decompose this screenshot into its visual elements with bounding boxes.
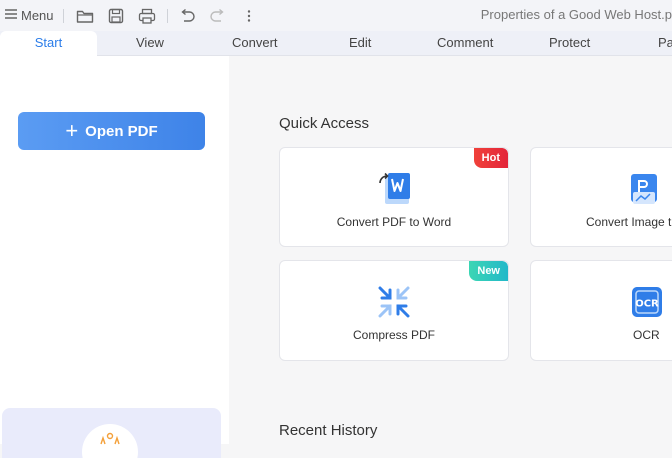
tab-protect[interactable]: Protect xyxy=(549,31,590,55)
save-icon[interactable] xyxy=(105,5,127,27)
undo-icon[interactable] xyxy=(176,5,198,27)
menu-label: Menu xyxy=(21,8,54,23)
tab-comment[interactable]: Comment xyxy=(437,31,493,55)
promo-icon xyxy=(82,424,138,458)
tab-edit[interactable]: Edit xyxy=(349,31,371,55)
ribbon-tabs: Start View Convert Edit Comment Protect … xyxy=(0,31,672,56)
ocr-icon: OCR xyxy=(629,284,665,320)
redo-icon[interactable] xyxy=(207,5,229,27)
new-badge: New xyxy=(469,261,508,281)
tab-page[interactable]: Pa xyxy=(658,31,672,55)
tab-start[interactable]: Start xyxy=(0,31,97,56)
card-convert-image[interactable]: Convert Image t xyxy=(530,147,672,247)
toolbar-divider xyxy=(62,8,64,23)
card-label: Convert Image t xyxy=(586,215,672,229)
compress-icon xyxy=(376,284,412,320)
card-label: Compress PDF xyxy=(352,328,435,342)
image-to-pdf-icon xyxy=(627,170,663,206)
document-title: Properties of a Good Web Host.p xyxy=(480,7,672,22)
more-icon[interactable] xyxy=(238,5,260,27)
pdf-to-word-icon xyxy=(376,170,412,206)
card-compress-pdf[interactable]: Compress PDF New xyxy=(279,260,509,361)
promo-banner[interactable] xyxy=(2,408,221,458)
toolbar-divider xyxy=(166,8,168,23)
menu-icon xyxy=(4,8,18,23)
card-ocr[interactable]: OCR OCR xyxy=(530,260,672,361)
menu-button[interactable]: Menu xyxy=(4,8,54,23)
open-pdf-label: Open PDF xyxy=(85,122,158,140)
top-toolbar: Menu Properties of a Good Web Host.p xyxy=(0,0,672,31)
recent-history-title: Recent History xyxy=(279,422,378,439)
plus-icon: + xyxy=(65,118,79,143)
folder-icon[interactable] xyxy=(74,5,96,27)
svg-text:OCR: OCR xyxy=(635,299,659,310)
left-sidebar: + Open PDF xyxy=(0,56,229,458)
card-label: OCR xyxy=(633,328,660,342)
hot-badge: Hot xyxy=(473,148,508,168)
open-pdf-button[interactable]: + Open PDF xyxy=(18,112,205,150)
print-icon[interactable] xyxy=(136,5,158,27)
card-convert-pdf-to-word[interactable]: Convert PDF to Word Hot xyxy=(279,147,509,247)
card-label: Convert PDF to Word xyxy=(336,215,452,229)
tab-convert[interactable]: Convert xyxy=(232,31,278,55)
tab-view[interactable]: View xyxy=(136,31,164,55)
quick-access-title: Quick Access xyxy=(279,115,370,132)
